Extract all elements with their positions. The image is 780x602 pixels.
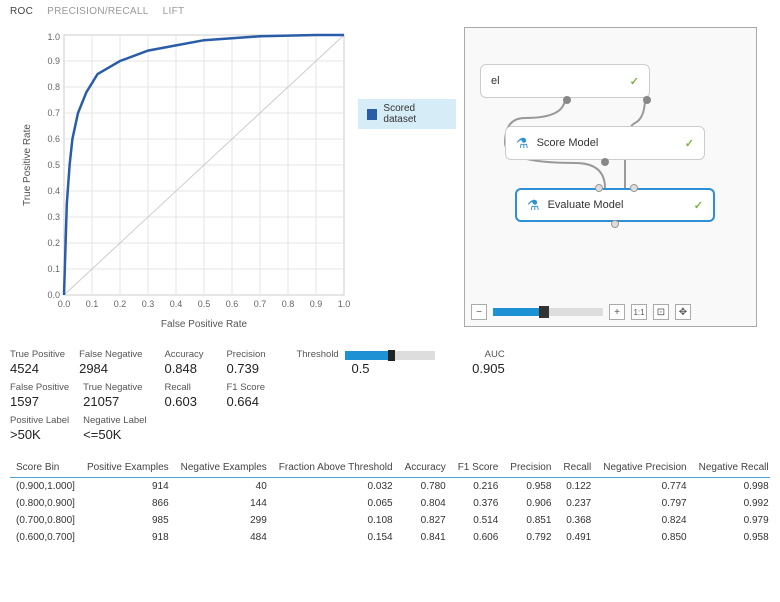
metric-f1: F1 Score0.664 [226,382,274,409]
port-out[interactable] [611,220,619,228]
metric-neg-label: Negative Label<=50K [83,415,146,442]
tab-lift[interactable]: LIFT [163,6,185,17]
col-header[interactable]: Negative Precision [597,458,692,478]
col-header[interactable]: Accuracy [399,458,452,478]
col-header[interactable]: Fraction Above Threshold [273,458,399,478]
pipeline-panel: el ✓ ⚗ Score Model ✓ ⚗ Evaluate Model ✓ [464,27,757,327]
check-icon: ✓ [685,137,694,150]
svg-text:0.4: 0.4 [170,299,183,309]
svg-text:0.2: 0.2 [47,238,60,248]
legend-swatch-icon [367,109,377,120]
svg-text:0.9: 0.9 [310,299,323,309]
svg-text:0.6: 0.6 [226,299,239,309]
svg-text:0.8: 0.8 [282,299,295,309]
zoom-out-button[interactable]: − [471,304,487,320]
node-score-model[interactable]: ⚗ Score Model ✓ [505,126,705,160]
metric-tn: True Negative21057 [83,382,142,409]
metric-fn: False Negative2984 [79,349,142,376]
table-row: (0.800,0.900]8661440.0650.8040.3760.9060… [10,495,770,512]
col-header[interactable]: Precision [504,458,557,478]
metric-pos-label: Positive Label>50K [10,415,69,442]
metric-accuracy: Accuracy0.848 [164,349,212,376]
col-header[interactable]: Score Bin [10,458,81,478]
zoom-controls: − + 1:1 ⊡ ✥ [471,304,750,320]
threshold-control: Threshold 0.5 [296,349,434,376]
col-header[interactable]: F1 Score [452,458,505,478]
check-icon: ✓ [694,199,703,212]
port-out[interactable] [563,96,571,104]
zoom-slider[interactable] [493,308,603,316]
zoom-fit-button[interactable]: ⊡ [653,304,669,320]
col-header[interactable]: Recall [557,458,597,478]
metrics-panel: True Positive4524 False Negative2984 Acc… [10,349,770,448]
roc-chart: 0.00.10.20.30.40.50.60.70.80.91.0 0.00.1… [10,21,456,341]
node-evaluate-model[interactable]: ⚗ Evaluate Model ✓ [515,188,715,222]
zoom-in-button[interactable]: + [609,304,625,320]
legend-label: Scored dataset [383,103,447,125]
svg-text:0.1: 0.1 [47,264,60,274]
pan-button[interactable]: ✥ [675,304,691,320]
experiment-icon: ⚗ [527,197,540,214]
svg-text:0.3: 0.3 [142,299,155,309]
node-label: Score Model [537,137,599,149]
metric-auc: AUC0.905 [457,349,505,376]
port-out[interactable] [601,158,609,166]
metric-recall: Recall0.603 [164,382,212,409]
svg-text:0.4: 0.4 [47,186,60,196]
zoom-1-1-button[interactable]: 1:1 [631,304,647,320]
port-out[interactable] [643,96,651,104]
svg-text:0.5: 0.5 [47,160,60,170]
chart-tabs: ROC PRECISION/RECALL LIFT [10,6,770,17]
svg-text:0.0: 0.0 [58,299,71,309]
table-row: (0.900,1.000]914400.0320.7800.2160.9580.… [10,478,770,496]
svg-text:0.5: 0.5 [198,299,211,309]
svg-text:1.0: 1.0 [338,299,351,309]
score-bin-table: Score BinPositive ExamplesNegative Examp… [10,458,770,546]
svg-text:0.7: 0.7 [254,299,267,309]
metric-fp: False Positive1597 [10,382,69,409]
svg-text:0.2: 0.2 [114,299,127,309]
experiment-icon: ⚗ [516,135,529,152]
tab-roc[interactable]: ROC [10,6,33,17]
svg-text:0.3: 0.3 [47,212,60,222]
col-header[interactable]: Negative Recall [693,458,770,478]
node-label: Evaluate Model [548,199,624,211]
svg-text:0.9: 0.9 [47,56,60,66]
roc-chart-svg: 0.00.10.20.30.40.50.60.70.80.91.0 0.00.1… [10,21,456,341]
x-axis-label: False Positive Rate [161,319,248,330]
table-row: (0.700,0.800]9852990.1080.8270.5140.8510… [10,512,770,529]
svg-text:0.1: 0.1 [86,299,99,309]
port-in[interactable] [630,184,638,192]
svg-text:0.8: 0.8 [47,82,60,92]
node-partial[interactable]: el ✓ [480,64,650,98]
svg-text:0.7: 0.7 [47,108,60,118]
svg-text:0.6: 0.6 [47,134,60,144]
table-row: (0.600,0.700]9184840.1540.8410.6060.7920… [10,529,770,546]
col-header[interactable]: Negative Examples [175,458,273,478]
metric-tp: True Positive4524 [10,349,65,376]
node-label: el [491,75,500,87]
tab-precision-recall[interactable]: PRECISION/RECALL [47,6,149,17]
check-icon: ✓ [630,75,639,88]
col-header[interactable]: Positive Examples [81,458,175,478]
svg-text:1.0: 1.0 [47,32,60,42]
chart-legend: Scored dataset [358,99,456,129]
port-in[interactable] [595,184,603,192]
y-axis-label: True Positive Rate [22,124,33,206]
threshold-slider[interactable] [345,351,435,360]
metric-precision: Precision0.739 [226,349,274,376]
